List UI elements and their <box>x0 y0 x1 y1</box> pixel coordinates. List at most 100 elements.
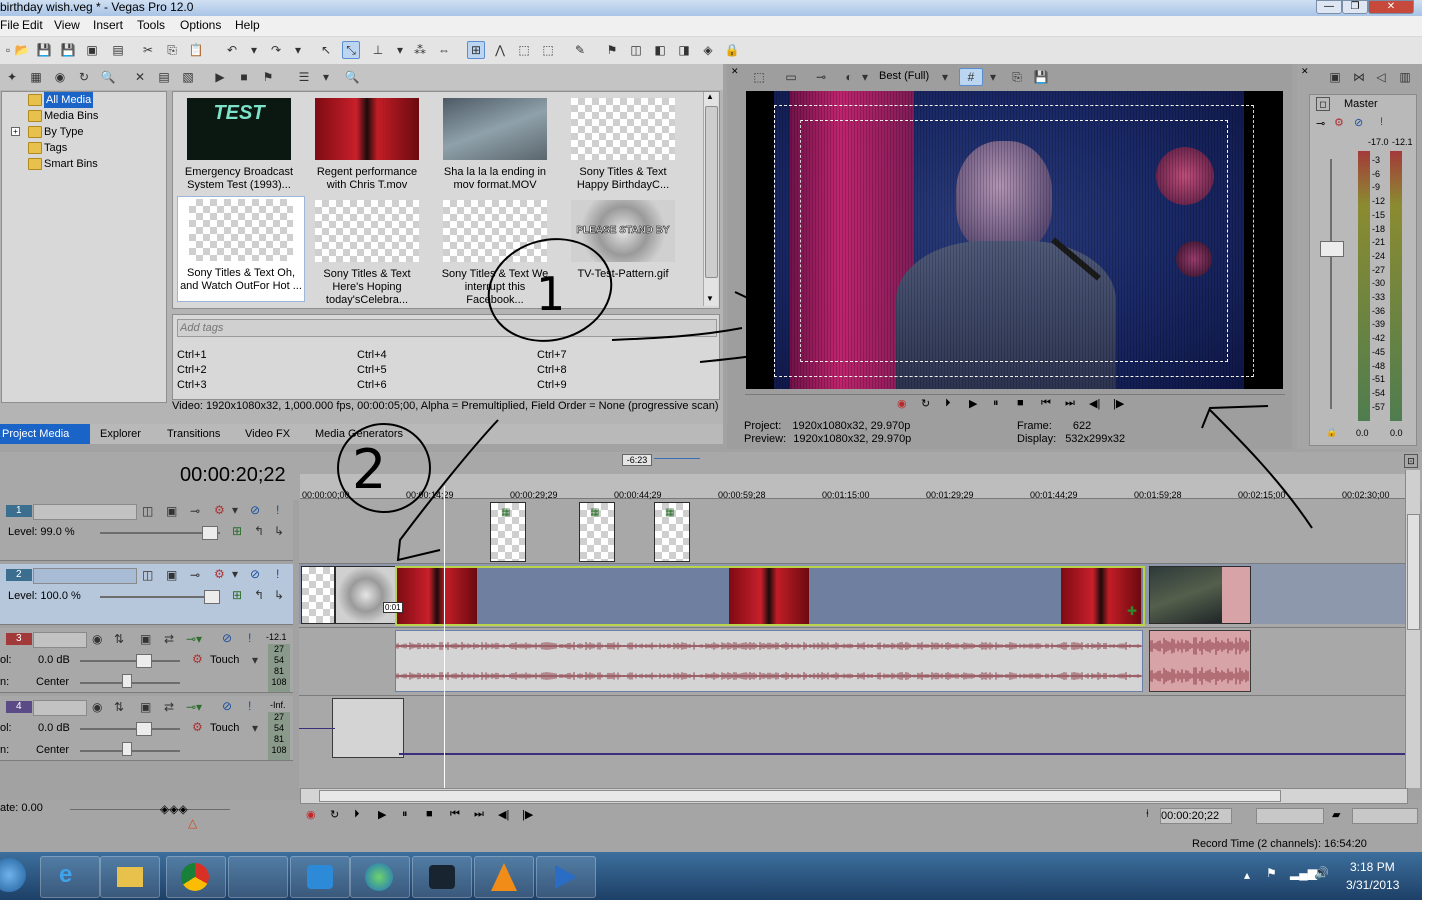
capture-video-icon[interactable]: ▦ <box>28 69 44 85</box>
volume-slider[interactable] <box>80 660 180 662</box>
render-icon[interactable]: ▣ <box>84 42 100 58</box>
level-slider[interactable] <box>100 596 220 598</box>
fx-dropdown-icon[interactable]: ▾ <box>232 503 238 517</box>
tag-shortcut[interactable]: Ctrl+7 <box>537 349 567 361</box>
rate-slider-knob[interactable]: ◈◈◈ <box>160 802 188 816</box>
audio-clip[interactable] <box>1149 630 1251 692</box>
mute-icon[interactable]: ⊘ <box>222 699 232 713</box>
touch-gear-icon[interactable]: ⚙ <box>192 652 203 666</box>
maximize-button[interactable]: ❐ <box>1342 0 1368 14</box>
media-item[interactable]: Sony Titles & Text Here's Hoping today's… <box>307 198 427 306</box>
expand-toggle[interactable]: + <box>11 127 20 136</box>
selection-end-field[interactable] <box>1352 808 1418 824</box>
search-media-icon[interactable]: 🔍 <box>344 69 360 85</box>
pause-icon[interactable]: ⏸ <box>402 808 408 821</box>
solo-icon[interactable]: ! <box>276 503 279 517</box>
pan-slider-knob[interactable] <box>122 674 132 688</box>
views-dropdown-icon[interactable]: ▾ <box>318 69 334 85</box>
vegas-icon[interactable] <box>536 856 596 898</box>
clip-fx-icon[interactable]: ▦ <box>665 507 674 518</box>
play-from-start-icon[interactable]: ⏵ <box>945 397 951 410</box>
pointer-icon[interactable]: ↖ <box>318 42 334 58</box>
title-clip[interactable]: ▦ <box>654 502 690 562</box>
undo-icon[interactable]: ↶ <box>224 42 240 58</box>
ignore-grouping-icon[interactable]: ◈ <box>700 42 716 58</box>
views-icon[interactable]: ☰ <box>296 69 312 85</box>
clip-fx-icon[interactable]: ▦ <box>501 507 510 518</box>
pan-slider-knob[interactable] <box>122 742 132 756</box>
panel-close-icon[interactable]: ✕ <box>1301 66 1309 77</box>
expand-keyframes-icon[interactable]: ⊞ <box>232 524 242 538</box>
bus-icon[interactable]: ⊸▾ <box>186 700 202 714</box>
start-button[interactable] <box>0 858 26 892</box>
scrollbar-thumb[interactable] <box>319 790 1281 802</box>
bus-icon[interactable]: ⊸▾ <box>186 632 202 646</box>
action-center-icon[interactable]: ⚑ <box>1266 866 1277 880</box>
media-generators-icon[interactable]: ▧ <box>180 69 196 85</box>
tag-shortcut[interactable]: Ctrl+8 <box>537 364 567 376</box>
media-item[interactable]: TEST Emergency Broadcast System Test (19… <box>179 96 299 196</box>
track-gear-icon[interactable]: ⚙ <box>214 503 225 517</box>
snap-icon[interactable]: ⊥ <box>370 42 386 58</box>
remove-media-icon[interactable]: ✕ <box>132 69 148 85</box>
clock-time[interactable]: 3:18 PM <box>1350 860 1395 874</box>
media-item[interactable]: PLEASE STAND BY TV-Test-Pattern.gif <box>563 198 683 298</box>
refresh-icon[interactable]: ↻ <box>76 69 92 85</box>
timecode-display[interactable]: 00:00:20;22 <box>180 464 286 487</box>
track-gear-icon[interactable]: ⚙ <box>214 567 225 581</box>
split-dropdown-icon[interactable]: ▾ <box>857 69 873 85</box>
prev-frame-icon[interactable]: ◀| <box>1089 397 1100 410</box>
tag-shortcut[interactable]: Ctrl+6 <box>357 379 387 391</box>
clock-date[interactable]: 3/31/2013 <box>1346 878 1399 892</box>
app-icon[interactable] <box>350 856 410 898</box>
lock-envelopes-icon[interactable]: ⇔ <box>436 42 452 58</box>
tag-shortcut[interactable]: Ctrl+9 <box>537 379 567 391</box>
auto-preview-icon[interactable]: ⚑ <box>260 69 276 85</box>
external-monitor-icon[interactable]: ▭ <box>783 69 799 85</box>
touch-gear-icon[interactable]: ⚙ <box>192 720 203 734</box>
play-from-start-icon[interactable]: ⏵ <box>354 808 360 821</box>
trim-start-icon[interactable]: ◧ <box>652 42 668 58</box>
track-header-1[interactable]: 1 ◫ ▣ ⊸ ⚙ ▾ ⊘ ! Level: 99.0 % ⊞ ↰ ↳ <box>0 500 293 561</box>
lock-icon[interactable]: 🔒 <box>724 42 740 58</box>
rate-slider[interactable] <box>70 809 230 810</box>
automation-icon[interactable]: ⇄ <box>164 632 174 646</box>
scroll-up-icon[interactable]: ▲ <box>706 92 714 101</box>
media-scrollbar[interactable]: ▲ ▼ <box>703 92 718 306</box>
auto-ripple-icon[interactable]: ⁂ <box>412 42 428 58</box>
go-to-start-icon[interactable]: ⏮ <box>450 808 460 821</box>
tag-shortcut[interactable]: Ctrl+2 <box>177 364 207 376</box>
start-preview-icon[interactable]: ▶ <box>212 69 228 85</box>
go-to-end-icon[interactable]: ⏭ <box>474 808 484 821</box>
child-icon[interactable]: ↳ <box>274 588 284 602</box>
tag-shortcut[interactable]: Ctrl+1 <box>177 349 207 361</box>
master-solo-icon[interactable]: ! <box>1380 116 1383 128</box>
tree-all-media[interactable]: All Media <box>28 92 94 108</box>
explorer-icon[interactable] <box>100 856 160 898</box>
video-clip[interactable] <box>1149 566 1251 624</box>
mode-dropdown-icon[interactable]: ▾ <box>252 653 258 667</box>
timeline-vscrollbar[interactable] <box>1405 470 1420 788</box>
panel-close-icon[interactable]: ✕ <box>731 66 739 77</box>
paint-brush-icon[interactable]: ✎ <box>572 42 588 58</box>
master-fx-icon[interactable]: ⚙ <box>1334 116 1344 129</box>
mute-audio-icon[interactable]: ◁ <box>1373 69 1389 85</box>
tag-shortcut[interactable]: Ctrl+5 <box>357 364 387 376</box>
test-pattern-clip[interactable] <box>335 566 397 624</box>
level-slider-knob[interactable] <box>204 590 220 604</box>
tree-tags[interactable]: Tags <box>28 140 67 156</box>
network-icon[interactable]: ▂▄▆ <box>1290 866 1317 880</box>
import-media-icon[interactable]: ✦ <box>4 69 20 85</box>
playhead-cursor[interactable] <box>444 486 445 788</box>
go-to-start-icon[interactable]: ⏮ <box>1041 397 1051 410</box>
volume-slider[interactable] <box>80 728 180 730</box>
scrollbar-thumb[interactable] <box>1407 514 1420 630</box>
envelope-tool-icon[interactable]: ⋀ <box>492 42 508 58</box>
invert-phase-icon[interactable]: ⇅ <box>114 700 124 714</box>
prev-frame-icon[interactable]: ◀| <box>498 808 509 821</box>
media-item[interactable]: Sony Titles & Text We interrupt this Fac… <box>435 198 555 306</box>
clip-fx-icon[interactable]: ✚ <box>1127 604 1137 618</box>
copy-icon[interactable]: ⎘ <box>164 42 180 58</box>
volume-slider-knob[interactable] <box>136 722 152 736</box>
solo-icon[interactable]: ! <box>248 699 251 713</box>
